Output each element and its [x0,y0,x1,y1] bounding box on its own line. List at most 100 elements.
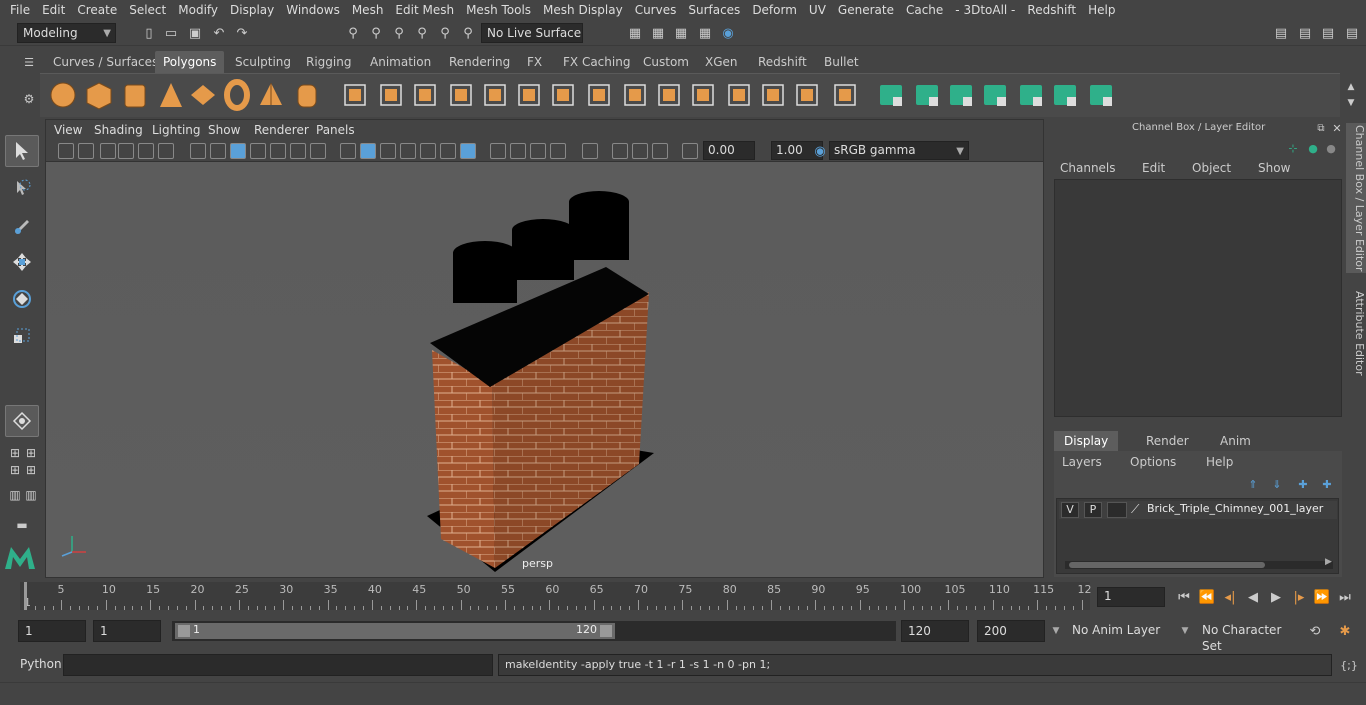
sew-uv-tool-icon[interactable] [1086,79,1116,111]
viewport-menu-lighting[interactable]: Lighting [152,123,201,137]
cylindrical-map-tool-icon[interactable] [980,79,1010,111]
open-scene-icon[interactable]: ▭ [162,24,180,42]
cube-tool-icon[interactable] [84,79,114,111]
ambient-occlusion-icon[interactable] [510,143,526,159]
layer-menu-layers[interactable]: Layers [1062,455,1102,469]
menu-create[interactable]: Create [71,3,123,17]
graph-layout-icon[interactable]: ▥ [22,486,40,504]
menu-edit[interactable]: Edit [36,3,71,17]
shelf-scroll-down-icon[interactable]: ▼ [1342,94,1360,112]
toggle-icon[interactable]: ● [1304,139,1322,157]
time-slider-bar[interactable]: 5 10 15 20 25 30 35 40 45 50 55 60 65 70 75 80 85 90 95 100… [20,582,1092,610]
torus-tool-icon[interactable] [222,79,252,111]
layer-row[interactable]: V P ⟋ Brick_Triple_Chimney_001_layer [1059,501,1337,519]
flat-shade-icon[interactable] [380,143,396,159]
start-time-field[interactable]: 1 [18,620,86,642]
cone-tool-icon[interactable] [156,79,186,111]
extrude-tool-icon[interactable] [620,79,650,111]
menu-edit-mesh[interactable]: Edit Mesh [389,3,460,17]
camera-attr-icon[interactable] [78,143,94,159]
tab-fx-caching[interactable]: FX Caching [555,51,638,73]
bevel-tool-icon[interactable] [724,79,754,111]
channel-menu-edit[interactable]: Edit [1142,161,1165,175]
tab-sculpting[interactable]: Sculpting [227,51,299,73]
layer-name[interactable]: Brick_Triple_Chimney_001_layer [1147,502,1323,515]
uv-editor-tool-icon[interactable] [876,79,906,111]
color-management-icon[interactable]: ◉ [811,142,829,160]
rotate-tool[interactable] [5,283,39,315]
separate-tool-icon[interactable] [376,79,406,111]
resolution-gate-icon[interactable] [190,143,206,159]
film-gate-icon[interactable] [158,143,174,159]
new-scene-icon[interactable]: ▯ [140,24,158,42]
isolate-icon[interactable] [420,143,436,159]
lasso-tool[interactable] [5,172,39,204]
backface-icon[interactable] [632,143,648,159]
mirror-tool-icon[interactable] [548,79,578,111]
new-layer-selected-icon[interactable]: ✚ [1318,475,1336,493]
layer-menu-help[interactable]: Help [1206,455,1233,469]
range-start-handle[interactable] [178,625,190,637]
playback-start-field[interactable]: 1 [93,620,161,642]
cylinder-tool-icon[interactable] [120,79,150,111]
chevron-down-icon[interactable]: ▼ [1176,622,1194,640]
chimney-model[interactable] [46,162,1043,577]
current-frame-field[interactable]: 1 [1097,587,1165,607]
panel-layout-icon[interactable]: ▤ [1296,24,1314,42]
tab-rendering[interactable]: Rendering [441,51,518,73]
motion-blur-icon[interactable] [530,143,546,159]
redo-icon[interactable]: ↷ [233,24,251,42]
end-time-field[interactable]: 200 [977,620,1045,642]
lights-icon[interactable] [460,143,476,159]
tab-curves-surfaces[interactable]: Curves / Surfaces [45,51,166,73]
channel-box-toggle-icon[interactable]: ▤ [1343,24,1361,42]
menu-generate[interactable]: Generate [832,3,900,17]
hypershade-icon[interactable]: ◉ [719,24,737,42]
tab-xgen[interactable]: XGen [697,51,746,73]
select-by-hierarchy-icon[interactable]: ⚲ [344,24,362,42]
select-by-component-icon[interactable]: ⚲ [390,24,408,42]
menu-file[interactable]: File [4,3,36,17]
target-weld-tool-icon[interactable] [792,79,822,111]
channel-menu-object[interactable]: Object [1192,161,1231,175]
unfold-tool-icon[interactable] [1016,79,1046,111]
toggle-icon[interactable]: ● [1322,139,1340,157]
grid-icon[interactable] [138,143,154,159]
channel-menu-channels[interactable]: Channels [1060,161,1116,175]
move-layer-up-icon[interactable]: ⇑ [1244,475,1262,493]
script-editor-icon[interactable]: {;} [1340,656,1358,674]
booleans-tool-icon[interactable] [446,79,476,111]
command-input[interactable] [63,654,493,676]
layer-tab-render[interactable]: Render [1136,431,1199,451]
snap-grid-icon[interactable]: ⚲ [413,24,431,42]
step-back-key-icon[interactable]: ◂| [1221,588,1239,606]
append-tool-icon[interactable] [654,79,684,111]
mode-selector[interactable]: Modeling ▼ [17,23,116,43]
scroll-right-icon[interactable]: ▶ [1325,557,1332,567]
layer-type-toggle[interactable] [1107,502,1127,518]
tab-bullet[interactable]: Bullet [816,51,867,73]
multi-cut-tool-icon[interactable] [758,79,788,111]
move-tool[interactable] [5,246,39,278]
pipe-tool-icon[interactable] [292,79,322,111]
playback-end-field[interactable]: 120 [901,620,969,642]
layer-tab-anim[interactable]: Anim [1210,431,1261,451]
viewport-menu-panels[interactable]: Panels [316,123,355,137]
3d-scene[interactable] [46,162,1043,577]
menu-curves[interactable]: Curves [629,3,683,17]
bookmark-icon[interactable] [100,143,116,159]
step-forward-key-icon[interactable]: |▸ [1290,588,1308,606]
viewport-menu-renderer[interactable]: Renderer [254,123,309,137]
paint-select-tool[interactable] [5,209,39,241]
play-backwards-icon[interactable]: ◀ [1244,588,1262,606]
menu-mesh-tools[interactable]: Mesh Tools [460,3,537,17]
snap-point-icon[interactable]: ⚲ [459,24,477,42]
antialias-icon[interactable] [550,143,566,159]
play-forwards-icon[interactable]: ▶ [1267,588,1285,606]
new-layer-icon[interactable]: ✚ [1294,475,1312,493]
undo-icon[interactable]: ↶ [210,24,228,42]
current-time-indicator[interactable] [24,582,27,610]
menu-display[interactable]: Display [224,3,280,17]
menu-modify[interactable]: Modify [172,3,224,17]
colorspace-selector[interactable]: sRGB gamma ▼ [829,141,969,160]
